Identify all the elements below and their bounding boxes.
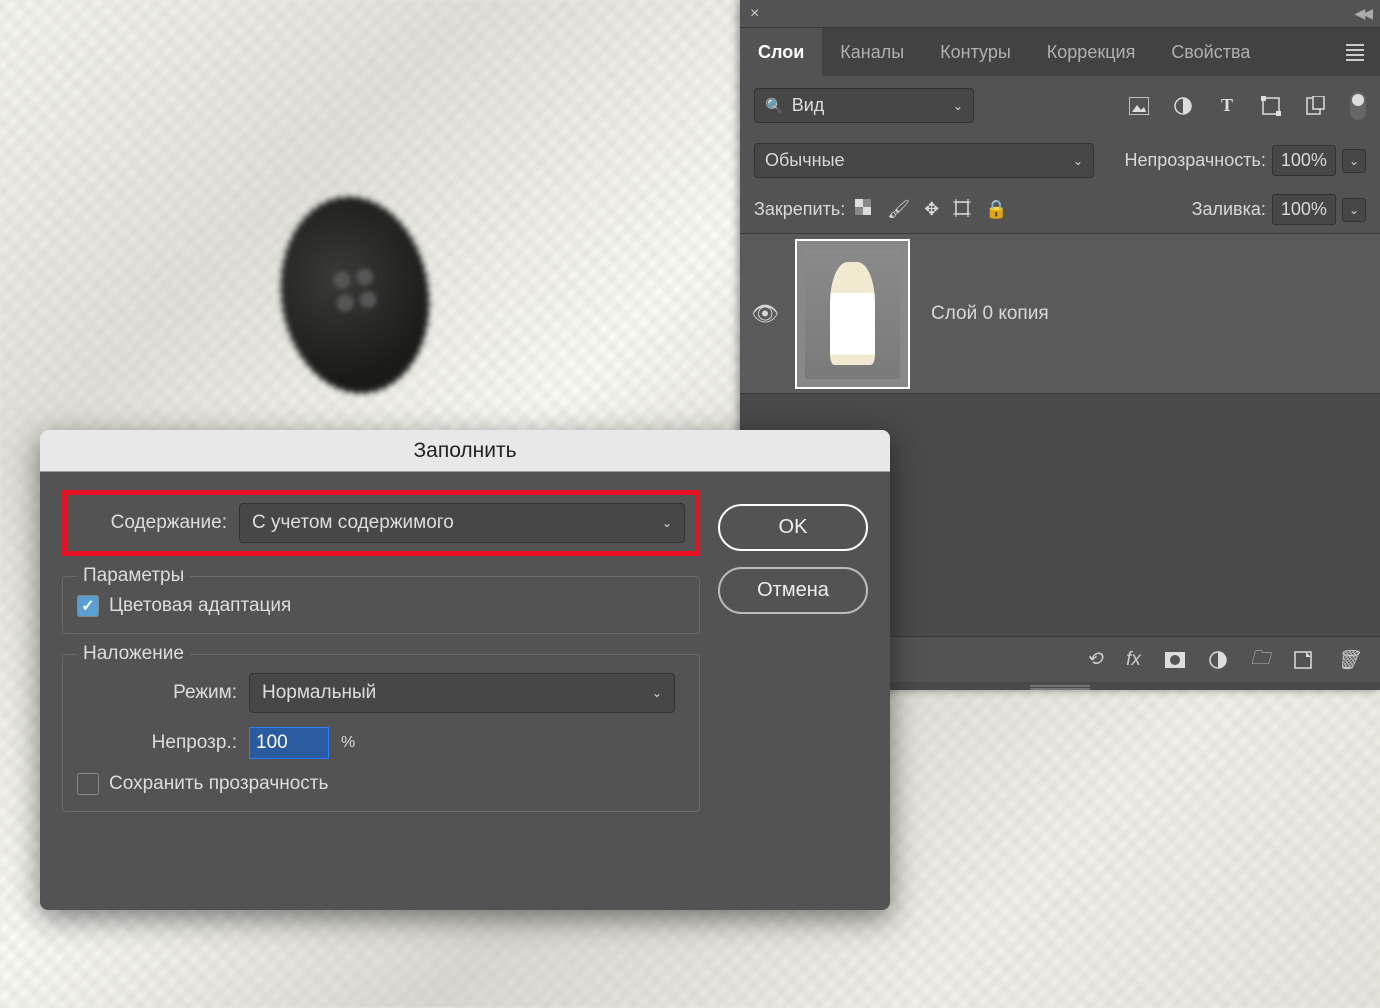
lock-label: Закрепить:	[754, 199, 845, 220]
content-select[interactable]: С учетом содержимого ⌄	[239, 503, 685, 543]
color-adapt-label: Цветовая адаптация	[109, 595, 291, 617]
panel-topbar: × ◀◀	[740, 0, 1380, 28]
dialog-title: Заполнить	[40, 430, 890, 472]
move-icon[interactable]: ✥	[924, 199, 939, 220]
trash-icon[interactable]: 🗑	[1336, 648, 1360, 672]
lock-row: Закрепить: 🖌 ✥ 🔒 Заливка: 100% ⌄	[740, 186, 1380, 233]
new-icon[interactable]	[1294, 651, 1312, 669]
tab-layers[interactable]: Слои	[740, 28, 822, 76]
opacity-suffix: %	[341, 734, 355, 752]
filter-kind-label: Вид	[792, 95, 825, 116]
ok-button[interactable]: OK	[718, 504, 868, 551]
blend-legend: Наложение	[77, 643, 190, 665]
tab-paths[interactable]: Контуры	[922, 28, 1029, 76]
panel-menu-icon[interactable]	[1330, 28, 1380, 76]
chevron-down-icon: ⌄	[652, 686, 662, 700]
blend-mode-value: Обычные	[765, 150, 845, 171]
chevron-down-icon: ⌄	[953, 99, 963, 113]
link-icon[interactable]: ⟲	[1086, 648, 1102, 671]
close-icon[interactable]: ×	[750, 5, 759, 23]
content-row-highlight: Содержание: С учетом содержимого ⌄	[62, 490, 700, 556]
opacity-input[interactable]	[249, 727, 329, 759]
chevron-down-icon: ⌄	[1073, 154, 1083, 168]
fill-value[interactable]: 100%	[1272, 194, 1336, 225]
filter-kind-select[interactable]: 🔍 Вид ⌄	[754, 88, 974, 123]
shape-icon[interactable]	[1260, 95, 1282, 117]
layer-thumbnail[interactable]	[795, 239, 910, 389]
image-icon[interactable]	[1128, 95, 1150, 117]
artboard-icon[interactable]	[953, 199, 971, 220]
color-adapt-checkbox[interactable]	[77, 595, 99, 617]
preserve-label: Сохранить прозрачность	[109, 773, 328, 795]
mode-label: Режим:	[87, 682, 237, 704]
fx-icon[interactable]: fx	[1126, 649, 1141, 671]
content-value: С учетом содержимого	[252, 512, 454, 534]
params-legend: Параметры	[77, 565, 190, 587]
layer-item[interactable]: 👁 Слой 0 копия	[740, 234, 1380, 394]
group-icon[interactable]: 🗀	[1251, 644, 1270, 676]
content-label: Содержание:	[77, 512, 227, 534]
cancel-button[interactable]: Отмена	[718, 567, 868, 614]
chevron-down-icon[interactable]: ⌄	[1342, 198, 1366, 222]
collapse-icon[interactable]: ◀◀	[1354, 5, 1370, 22]
mode-select[interactable]: Нормальный ⌄	[249, 673, 675, 713]
adjust-icon[interactable]	[1172, 95, 1194, 117]
search-icon: 🔍	[765, 97, 784, 115]
layer-name[interactable]: Слой 0 копия	[931, 303, 1049, 325]
dialog-opacity-label: Непрозр.:	[87, 732, 237, 754]
blend-mode-select[interactable]: Обычные ⌄	[754, 143, 1094, 178]
opacity-label: Непрозрачность:	[1124, 150, 1265, 171]
filter-toggle[interactable]	[1350, 92, 1366, 120]
canvas-detail	[332, 267, 377, 312]
params-fieldset: Параметры Цветовая адаптация	[62, 576, 700, 634]
fill-label: Заливка:	[1192, 199, 1266, 220]
lock-pixels-icon[interactable]	[855, 199, 873, 220]
type-icon[interactable]: T	[1216, 95, 1238, 117]
preserve-checkbox[interactable]	[77, 773, 99, 795]
tab-adjustments[interactable]: Коррекция	[1029, 28, 1154, 76]
layer-filter-row: 🔍 Вид ⌄ T	[740, 76, 1380, 135]
chevron-down-icon: ⌄	[662, 516, 672, 530]
opacity-value[interactable]: 100%	[1272, 145, 1336, 176]
tab-channels[interactable]: Каналы	[822, 28, 922, 76]
chevron-down-icon[interactable]: ⌄	[1342, 149, 1366, 173]
blend-row: Обычные ⌄ Непрозрачность: 100% ⌄	[740, 135, 1380, 186]
panel-tabs: Слои Каналы Контуры Коррекция Свойства	[740, 28, 1380, 76]
mode-value: Нормальный	[262, 682, 376, 704]
visibility-icon[interactable]: 👁	[740, 301, 790, 327]
smartobj-icon[interactable]	[1304, 95, 1326, 117]
fill-dialog: Заполнить Содержание: С учетом содержимо…	[40, 430, 890, 910]
adjustment-icon[interactable]	[1209, 651, 1227, 669]
blend-fieldset: Наложение Режим: Нормальный ⌄ Непрозр.: …	[62, 654, 700, 812]
tab-properties[interactable]: Свойства	[1153, 28, 1268, 76]
lock-all-icon[interactable]: 🔒	[985, 199, 1007, 220]
mask-icon[interactable]	[1165, 652, 1185, 668]
brush-icon[interactable]: 🖌	[887, 199, 910, 220]
